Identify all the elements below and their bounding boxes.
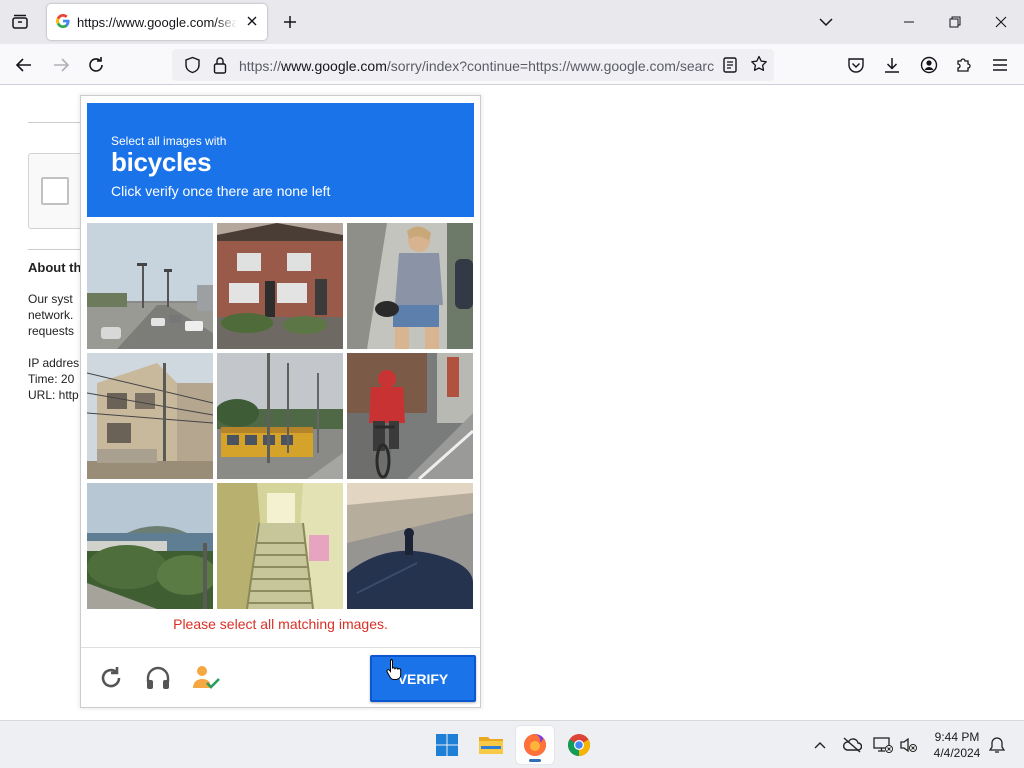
show-hidden-icons-chevron-icon[interactable] [808, 733, 832, 757]
tab-overview-icon[interactable] [8, 11, 32, 33]
divider [28, 122, 80, 123]
ip-address-label: IP addres [28, 356, 80, 370]
downloads-icon[interactable] [880, 53, 904, 77]
minimize-window-icon[interactable] [896, 11, 922, 33]
clock-date: 4/4/2024 [933, 746, 981, 760]
url-prefix: https:// [239, 58, 282, 74]
audio-challenge-headphones-icon[interactable] [143, 663, 173, 693]
address-bar[interactable]: https://www.google.com/sorry/index?conti… [172, 49, 774, 81]
about-text-line: requests [28, 324, 75, 338]
list-all-tabs-chevron-icon[interactable] [814, 11, 838, 33]
file-explorer-icon[interactable] [472, 726, 510, 764]
onedrive-offline-cloud-icon[interactable] [840, 733, 864, 757]
image-tile-9[interactable] [347, 483, 473, 609]
firefox-icon[interactable] [516, 726, 554, 764]
tab-title: https://www.google.com/search [77, 15, 237, 30]
url-path: /sorry/index?continue=https://www.google… [386, 58, 714, 74]
hand-pointer-cursor-icon [386, 658, 402, 685]
reload-challenge-icon[interactable] [96, 663, 126, 693]
notification-bell-icon[interactable] [985, 733, 1009, 757]
url-label: URL: http [28, 388, 79, 402]
new-tab-icon[interactable] [278, 11, 302, 33]
image-tile-2[interactable] [217, 223, 343, 349]
volume-muted-icon[interactable] [897, 733, 921, 757]
instruction-subtext: Click verify once there are none left [111, 183, 331, 199]
image-tile-8[interactable] [217, 483, 343, 609]
challenge-header: Select all images with bicycles Click ve… [87, 103, 474, 217]
windows-taskbar: 9:44 PM 4/4/2024 [0, 720, 1024, 768]
image-tile-6[interactable] [347, 353, 473, 479]
image-tile-5[interactable] [217, 353, 343, 479]
active-app-indicator [529, 759, 541, 762]
image-tile-1[interactable] [87, 223, 213, 349]
error-message: Please select all matching images. [173, 616, 388, 632]
target-object-text: bicycles [111, 147, 212, 177]
image-tile-7[interactable] [87, 483, 213, 609]
back-arrow-icon[interactable] [12, 53, 36, 77]
close-tab-icon[interactable] [244, 13, 260, 34]
padlock-icon[interactable] [213, 56, 227, 79]
about-text-line: Our syst [28, 292, 73, 306]
system-clock[interactable]: 9:44 PM 4/4/2024 [922, 729, 992, 761]
url-text[interactable]: https://www.google.com/sorry/index?conti… [239, 58, 714, 74]
divider [28, 249, 80, 250]
network-status-icon[interactable] [871, 733, 895, 757]
image-tile-4[interactable] [87, 353, 213, 479]
recaptcha-checkbox-widget[interactable] [28, 153, 80, 229]
restore-window-icon[interactable] [942, 11, 968, 33]
account-icon[interactable] [917, 53, 941, 77]
challenge-footer: VERIFY [81, 647, 480, 707]
hamburger-menu-icon[interactable] [988, 53, 1012, 77]
time-label: Time: 20 [28, 372, 75, 386]
windows-start-icon[interactable] [428, 726, 466, 764]
reader-view-icon[interactable] [722, 56, 738, 79]
about-heading: About th [28, 260, 80, 275]
tab-google-search[interactable]: https://www.google.com/search [47, 4, 267, 40]
url-domain: www.google.com [281, 58, 387, 74]
image-tile-3[interactable] [347, 223, 473, 349]
extensions-puzzle-icon[interactable] [952, 53, 976, 77]
help-person-check-icon[interactable] [191, 663, 221, 693]
chrome-icon[interactable] [560, 726, 598, 764]
reload-icon[interactable] [84, 53, 108, 77]
bookmark-star-icon[interactable] [750, 55, 768, 78]
forward-arrow-icon[interactable] [49, 53, 73, 77]
instruction-text: Select all images with [111, 134, 227, 148]
clock-time: 9:44 PM [934, 730, 980, 744]
browser-tab-bar: https://www.google.com/search [0, 0, 1024, 44]
recaptcha-challenge-dialog: Select all images with bicycles Click ve… [80, 95, 481, 708]
about-text-line: network. [28, 308, 74, 322]
close-window-icon[interactable] [988, 11, 1014, 33]
pocket-icon[interactable] [844, 53, 868, 77]
recaptcha-checkbox[interactable] [41, 177, 69, 205]
google-g-icon [56, 14, 70, 33]
tracking-protection-shield-icon[interactable] [184, 56, 201, 79]
